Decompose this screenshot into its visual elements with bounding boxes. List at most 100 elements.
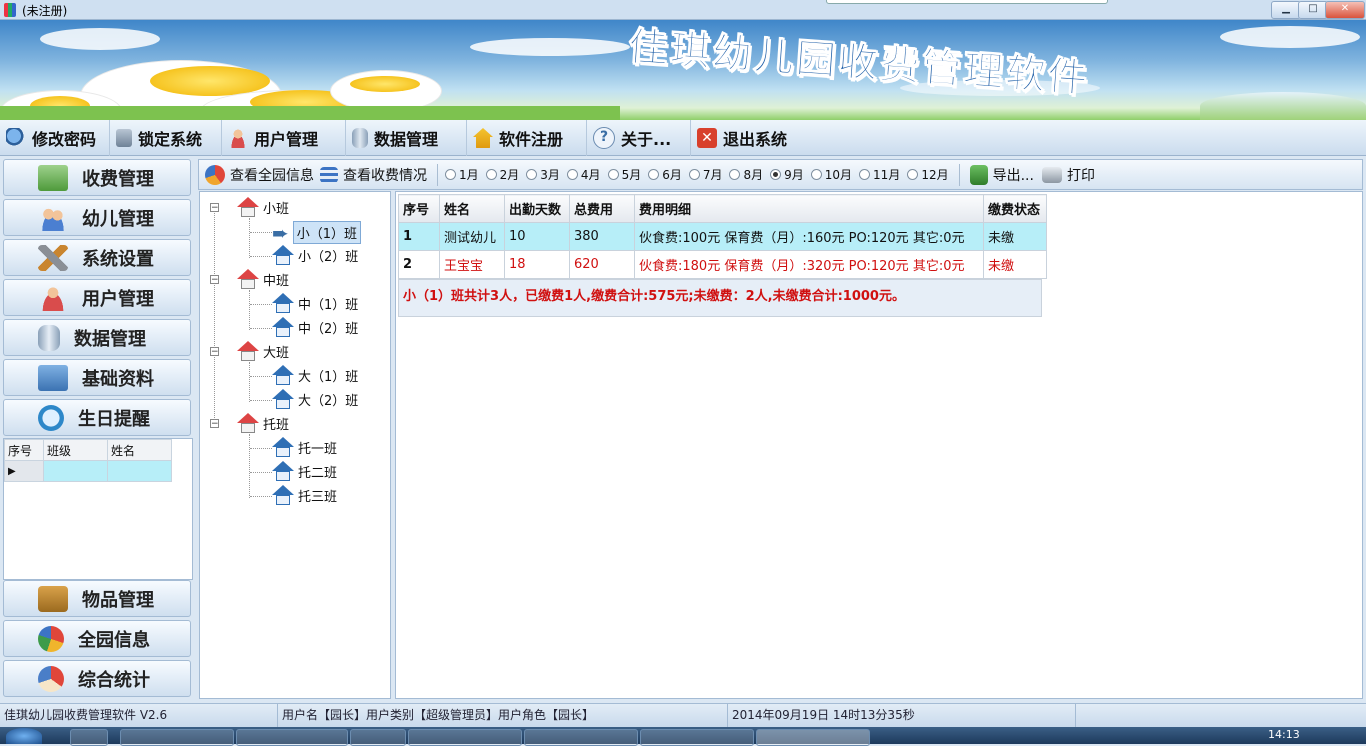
nav-system-settings[interactable]: 系统设置 xyxy=(3,239,191,276)
view-fees-button[interactable]: 查看收费情况 xyxy=(320,165,427,185)
tree-class-large-2[interactable]: 大（2）班 xyxy=(272,389,358,409)
search-icon xyxy=(6,128,26,148)
month-radio-6[interactable]: 6月 xyxy=(648,166,682,183)
nav-statistics[interactable]: 综合统计 xyxy=(3,660,191,697)
tree-class-small-1[interactable]: ➨ 小（1）班 xyxy=(272,221,362,244)
taskbar-item[interactable] xyxy=(640,729,754,746)
app-icon xyxy=(4,3,16,17)
taskbar-item[interactable] xyxy=(408,729,522,746)
table-header-row: 序号 姓名 出勤天数 总费用 费用明细 缴费状态 xyxy=(398,194,1047,223)
toolbar-user-management[interactable]: 用户管理 xyxy=(222,120,346,156)
nav-user-management[interactable]: 用户管理 xyxy=(3,279,191,316)
close-window-button[interactable]: ✕ xyxy=(1325,1,1365,19)
money-icon xyxy=(38,164,68,191)
month-radio-8[interactable]: 8月 xyxy=(729,166,763,183)
clock-icon xyxy=(38,404,64,431)
house-icon xyxy=(237,197,259,217)
month-radio-3[interactable]: 3月 xyxy=(526,166,560,183)
start-button[interactable] xyxy=(6,728,42,744)
excel-icon xyxy=(969,164,988,185)
tree-group-nursery[interactable]: 托班 xyxy=(237,413,289,433)
view-all-info-button[interactable]: 查看全园信息 xyxy=(205,164,314,185)
house-icon xyxy=(237,341,259,361)
toolbar-about[interactable]: ? 关于... xyxy=(587,120,691,156)
col-attendance[interactable]: 出勤天数 xyxy=(504,194,570,223)
tree-class-nursery-1[interactable]: 托一班 xyxy=(272,437,337,457)
month-radio-7[interactable]: 7月 xyxy=(688,166,722,183)
tree-group-large[interactable]: 大班 xyxy=(237,341,289,361)
month-radio-4[interactable]: 4月 xyxy=(566,166,601,183)
export-button[interactable]: 导出... xyxy=(969,164,1034,185)
month-radio-9[interactable]: 9月 xyxy=(770,166,804,183)
tree-class-middle-2[interactable]: 中（2）班 xyxy=(272,317,358,337)
status-bar: 佳琪幼儿园收费管理软件 V2.6 用户名【园长】用户类别【超级管理员】用户角色【… xyxy=(0,703,1366,727)
col-detail[interactable]: 费用明细 xyxy=(634,194,984,223)
house-icon xyxy=(272,485,294,505)
nav-school-info[interactable]: 全园信息 xyxy=(3,620,191,657)
month-radio-2[interactable]: 2月 xyxy=(485,166,519,183)
table-row[interactable]: 1 测试幼儿 10 380 伙食费:100元 保育费（月）:160元 PO:12… xyxy=(398,222,1047,251)
toolbar-data-management[interactable]: 数据管理 xyxy=(346,120,467,156)
lock-icon xyxy=(116,129,132,147)
tree-group-small[interactable]: 小班 xyxy=(237,197,289,217)
birthday-col-no[interactable]: 序号 xyxy=(4,439,44,461)
nav-basic-data[interactable]: 基础资料 xyxy=(3,359,191,396)
month-radio-11[interactable]: 11月 xyxy=(859,166,900,183)
col-status[interactable]: 缴费状态 xyxy=(983,194,1047,223)
tree-group-middle[interactable]: 中班 xyxy=(237,269,289,289)
status-user-info: 用户名【园长】用户类别【超级管理员】用户角色【园长】 xyxy=(278,704,728,727)
month-radio-10[interactable]: 10月 xyxy=(810,166,852,183)
toolbar-exit-system[interactable]: ✕ 退出系统 xyxy=(691,120,803,156)
nav-fee-management[interactable]: 收费管理 xyxy=(3,159,191,196)
taskbar-item[interactable] xyxy=(120,729,234,746)
taskbar-item[interactable] xyxy=(70,729,108,746)
collapse-toggle[interactable]: − xyxy=(210,419,219,429)
taskbar-item[interactable] xyxy=(236,729,348,746)
house-icon xyxy=(237,413,259,433)
tree-class-large-1[interactable]: 大（1）班 xyxy=(272,365,358,385)
tree-class-middle-1[interactable]: 中（1）班 xyxy=(272,293,358,313)
tree-class-nursery-2[interactable]: 托二班 xyxy=(272,461,337,481)
collapse-toggle[interactable]: − xyxy=(210,203,219,213)
birthday-col-class[interactable]: 班级 xyxy=(43,439,108,461)
tree-class-small-2[interactable]: 小（2）班 xyxy=(272,245,358,265)
toolbar-lock-system[interactable]: 锁定系统 xyxy=(110,120,222,156)
status-empty xyxy=(1076,704,1366,727)
user-icon xyxy=(228,128,248,148)
nav-children-management[interactable]: 幼儿管理 xyxy=(3,199,191,236)
close-icon: ✕ xyxy=(697,128,717,148)
minimize-button[interactable]: ▁ xyxy=(1271,1,1301,19)
house-icon xyxy=(272,437,294,457)
month-radio-1[interactable]: 1月 xyxy=(445,166,479,183)
tree-class-nursery-3[interactable]: 托三班 xyxy=(272,485,337,505)
title-search-box[interactable] xyxy=(826,0,1108,4)
col-no[interactable]: 序号 xyxy=(398,194,440,223)
nav-data-management[interactable]: 数据管理 xyxy=(3,319,191,356)
table-row[interactable]: ▶ xyxy=(4,460,172,482)
collapse-toggle[interactable]: − xyxy=(210,347,219,357)
table-row[interactable]: 2 王宝宝 18 620 伙食费:180元 保育费（月）:320元 PO:120… xyxy=(398,250,1047,279)
taskbar-item[interactable] xyxy=(524,729,638,746)
nav-birthday-reminder[interactable]: 生日提醒 xyxy=(3,399,191,436)
taskbar-item-active[interactable] xyxy=(756,729,870,746)
taskbar-clock: 14:13 xyxy=(1268,728,1300,741)
toolbar-software-register[interactable]: 软件注册 xyxy=(467,120,587,156)
left-navigation: 收费管理 幼儿管理 系统设置 用户管理 数据管理 基础资料 生日提醒 序号 班级… xyxy=(0,156,196,702)
children-icon xyxy=(38,204,68,231)
collapse-toggle[interactable]: − xyxy=(210,275,219,285)
taskbar-item[interactable] xyxy=(350,729,406,746)
birthday-col-name[interactable]: 姓名 xyxy=(107,439,172,461)
nav-goods-management[interactable]: 物品管理 xyxy=(3,580,191,617)
month-radio-12[interactable]: 12月 xyxy=(907,166,949,183)
maximize-button[interactable]: □ xyxy=(1298,1,1328,19)
house-icon xyxy=(272,317,294,337)
month-radio-5[interactable]: 5月 xyxy=(607,166,641,183)
col-name[interactable]: 姓名 xyxy=(439,194,505,223)
house-icon xyxy=(272,389,294,409)
col-total[interactable]: 总费用 xyxy=(569,194,635,223)
toolbar-change-password[interactable]: 修改密码 xyxy=(0,120,110,156)
home-icon xyxy=(473,128,493,148)
user-icon xyxy=(38,284,68,311)
print-button[interactable]: 打印 xyxy=(1041,165,1095,185)
clipboard-icon xyxy=(38,364,68,391)
